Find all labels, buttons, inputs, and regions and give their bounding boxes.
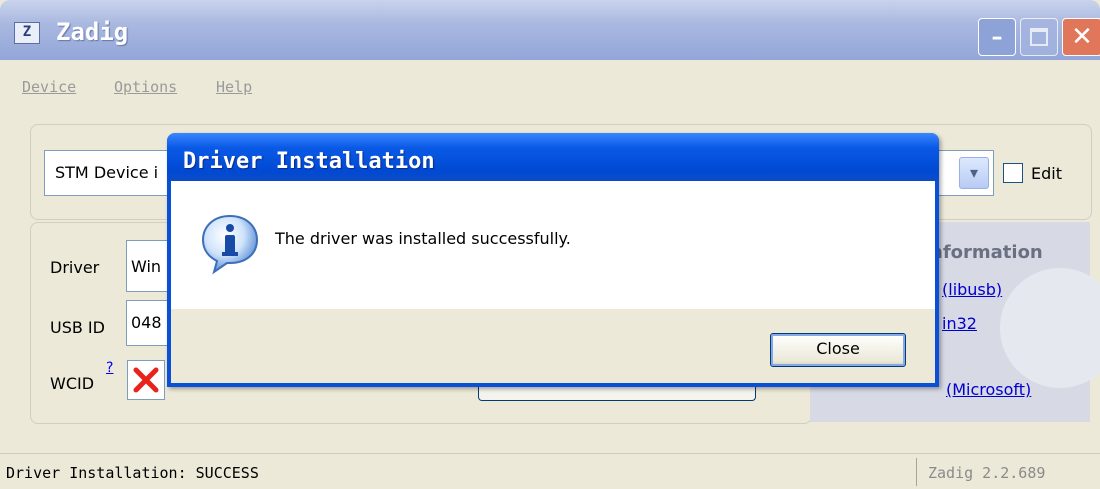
status-bar: Driver Installation: SUCCESS Zadig 2.2.6… [0,453,1100,489]
minimize-button[interactable]: – [978,18,1016,56]
info-title: nformation [930,242,1043,263]
wcid-label: WCID [50,374,95,393]
device-select-value: STM Device i [55,163,159,182]
usbid-value: 048 [131,313,162,332]
driver-label: Driver [50,258,100,277]
win32-link[interactable]: in32 [942,314,977,333]
wcid-status [127,360,165,400]
maximize-button[interactable] [1020,18,1058,56]
menu-options[interactable]: Options [114,78,177,96]
close-window-button[interactable]: ✕ [1062,18,1100,56]
wcid-help-link[interactable]: ? [106,360,113,376]
zadig-app-icon: Z [14,22,40,44]
maximize-icon [1030,28,1048,46]
edit-checkbox[interactable] [1003,163,1023,183]
dialog-title: Driver Installation [183,149,435,174]
close-icon: ✕ [1071,22,1093,52]
version-text: Zadig 2.2.689 [928,464,1046,482]
status-separator [916,458,917,486]
menu-bar: Device Options Help [0,60,1100,104]
menu-device[interactable]: Device [22,78,76,96]
information-icon [201,214,259,275]
red-x-icon [133,367,159,393]
dialog-titlebar[interactable]: Driver Installation [167,133,939,181]
menu-help[interactable]: Help [216,78,252,96]
edit-label: Edit [1031,164,1062,183]
libusb-link[interactable]: (libusb) [942,280,1002,299]
usbid-label: USB ID [50,318,105,337]
window-title: Zadig [56,18,129,46]
minimize-icon: – [991,25,1003,50]
dialog-message: The driver was installed successfully. [275,229,571,248]
window-titlebar[interactable]: Z Zadig – ✕ [0,0,1100,60]
winusb-link[interactable]: (Microsoft) [946,380,1031,399]
driver-value: Win [131,257,162,276]
status-text: Driver Installation: SUCCESS [6,464,259,482]
chevron-down-icon[interactable]: ▾ [959,157,989,189]
dialog-close-button[interactable]: Close [770,333,906,367]
